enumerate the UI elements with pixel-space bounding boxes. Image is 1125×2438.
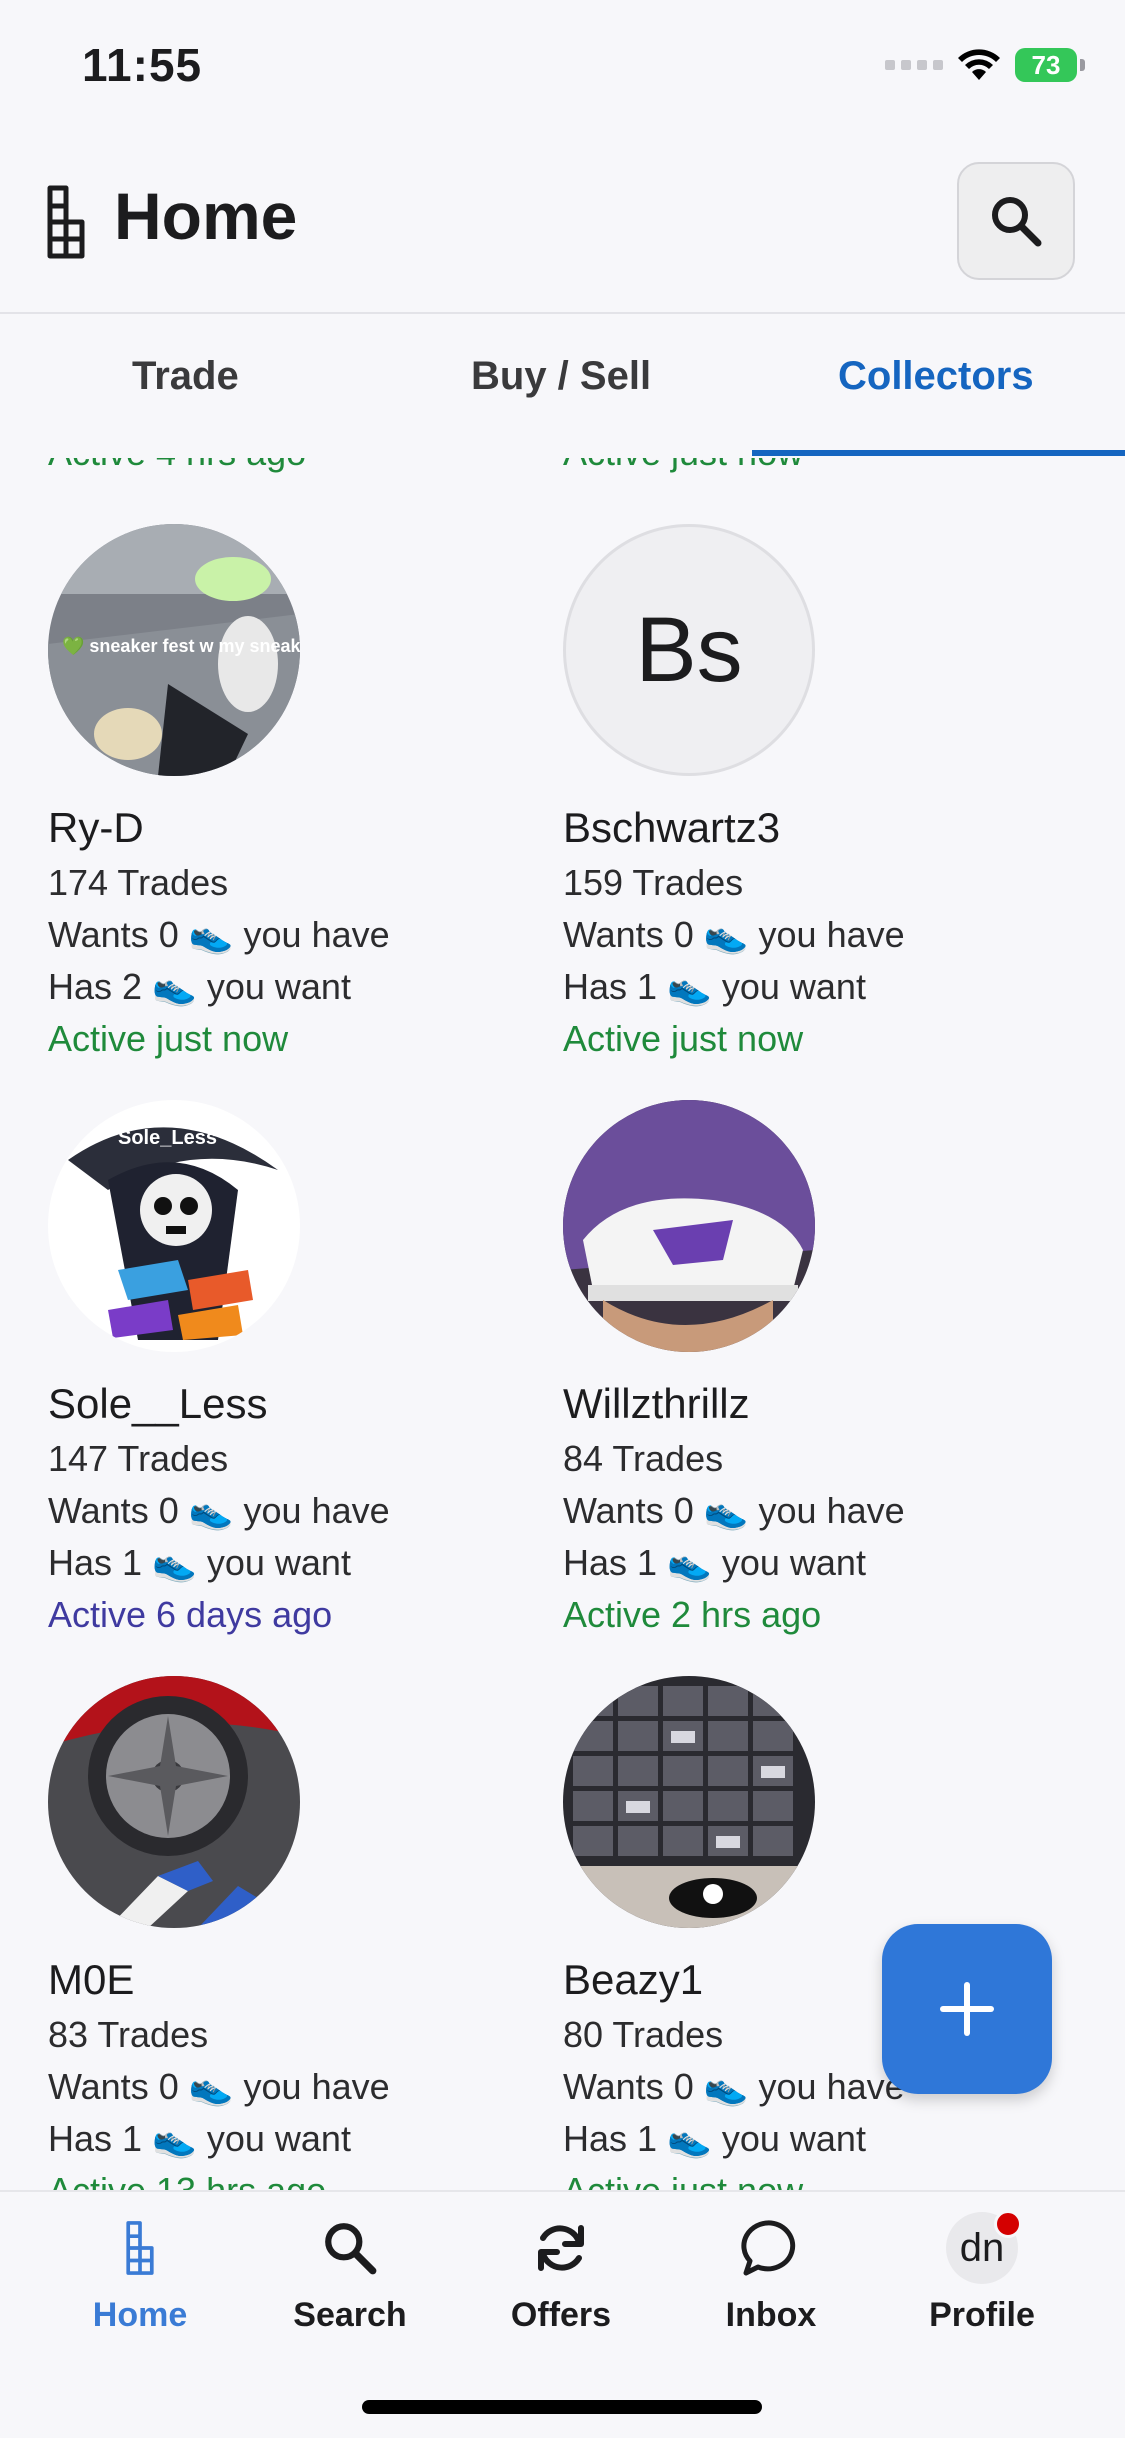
collector-avatar [48,1676,300,1928]
collector-has: Has 1 👟 you want [563,966,866,1007]
nav-search[interactable]: Search [250,2212,450,2335]
wifi-icon [958,49,1000,80]
header-search-button[interactable] [957,162,1075,280]
collector-avatar: Sole_Less [48,1100,300,1352]
avatar-photo-sneaker-wall [563,1676,815,1928]
collector-avatar [563,1676,815,1928]
collector-active-status: Active just now [563,2170,1063,2190]
tab-trade[interactable]: Trade [132,354,239,399]
collector-name: Willzthrillz [563,1380,750,1427]
battery-icon: 73 [1015,48,1085,82]
status-bar: 11:55 73 [0,0,1125,140]
collector-avatar: Bs [563,524,815,776]
collector-trades: 159 Trades [563,862,744,903]
active-tab-indicator [752,450,1125,456]
avatar-photo-sneaker [563,1100,815,1352]
avatar-photo-sneakers: 💚 sneaker fest w my sneaker head [48,524,300,776]
collector-name: Bschwartz3 [563,804,781,851]
avatar-caption: 💚 sneaker fest w my sneaker head [62,636,300,656]
tab-collectors[interactable]: Collectors [838,354,1034,399]
collector-has: Has 1 👟 you want [563,2118,866,2159]
collector-wants: Wants 0 👟 you have [563,1490,905,1531]
page-title: Home [114,179,298,253]
avatar-caption: Sole_Less [118,1127,217,1149]
plus-icon [940,1982,994,2036]
search-icon [325,2223,377,2275]
collector-card[interactable]: M0E 83 Trades Wants 0 👟 you have Has 1 👟… [48,1676,548,2190]
nav-inbox[interactable]: Inbox [671,2212,871,2335]
tab-buy-sell[interactable]: Buy / Sell [471,354,651,399]
collector-active-status: Active just now [563,1018,804,1059]
collector-trades: 83 Trades [48,2014,209,2055]
partial-active-status: Active just now [563,458,803,474]
profile-avatar: dn [946,2210,1022,2284]
svg-text:💚 sneaker fest w my sneaker h: 💚 sneaker fest w my sneaker head [62,636,300,656]
collector-card[interactable]: Sole_Less Sole__Less 147 Trades Wants 0 … [48,1100,548,1636]
collector-trades: 147 Trades [48,1438,229,1479]
partial-active-status: Active 4 hrs ago [48,458,306,474]
collector-has: Has 2 👟 you want [48,966,351,1007]
search-icon [992,197,1042,247]
collector-name: Sole__Less [48,1380,268,1427]
home-indicator [362,2400,762,2414]
collector-trades: 174 Trades [48,862,229,903]
nav-profile-label: Profile [929,2296,1035,2334]
collector-card[interactable]: Willzthrillz 84 Trades Wants 0 👟 you hav… [563,1100,1063,1636]
nav-search-label: Search [293,2296,407,2334]
nav-offers[interactable]: Offers [461,2212,661,2335]
collector-has: Has 1 👟 you want [48,2118,351,2159]
collector-has: Has 1 👟 you want [48,1542,351,1583]
nav-home-label: Home [92,2296,188,2334]
collector-wants: Wants 0 👟 you have [48,914,390,955]
status-time: 11:55 [82,39,203,91]
cellular-signal-icon [885,60,943,70]
nav-inbox-label: Inbox [725,2296,817,2334]
collector-name: Ry-D [48,804,144,851]
add-fab-button[interactable] [882,1924,1052,2094]
collector-has: Has 1 👟 you want [563,1542,866,1583]
chat-bubble-icon [741,2220,796,2276]
collector-wants: Wants 0 👟 you have [48,1490,390,1531]
avatar-reaper-illustration: Sole_Less [48,1100,300,1352]
collector-card[interactable]: 💚 sneaker fest w my sneaker head Ry-D 17… [48,524,548,1060]
notification-dot [994,2210,1022,2238]
collector-wants: Wants 0 👟 you have [563,914,905,955]
collector-wants: Wants 0 👟 you have [48,2066,390,2107]
battery-level: 73 [1015,48,1077,82]
collector-avatar: 💚 sneaker fest w my sneaker head [48,524,300,776]
collector-name: M0E [48,1956,135,2003]
collector-avatar [563,1100,815,1352]
status-icons: 73 [885,48,1085,82]
collector-active-status: Active 13 hrs ago [48,2170,548,2190]
nav-home[interactable]: Home [40,2212,240,2335]
tab-bar: Trade Buy / Sell Collectors [0,314,1125,458]
app-logo-icon [47,185,85,259]
collector-trades: 84 Trades [563,1438,724,1479]
nav-profile[interactable]: dn Profile [882,2210,1082,2335]
collector-card[interactable]: Bs Bschwartz3 159 Trades Wants 0 👟 you h… [563,524,1063,1060]
home-logo-icon [126,2221,154,2275]
svg-text:Sole_Less: Sole_Less [118,1127,217,1149]
nav-offers-label: Offers [510,2296,612,2334]
collector-active-status: Active 2 hrs ago [563,1594,822,1635]
collector-active-status: Active 6 days ago [48,1594,333,1635]
collector-active-status: Active just now [48,1018,289,1059]
app-header: Home [0,140,1125,314]
avatar-photo-wheel [48,1676,300,1928]
refresh-icon [538,2225,584,2271]
